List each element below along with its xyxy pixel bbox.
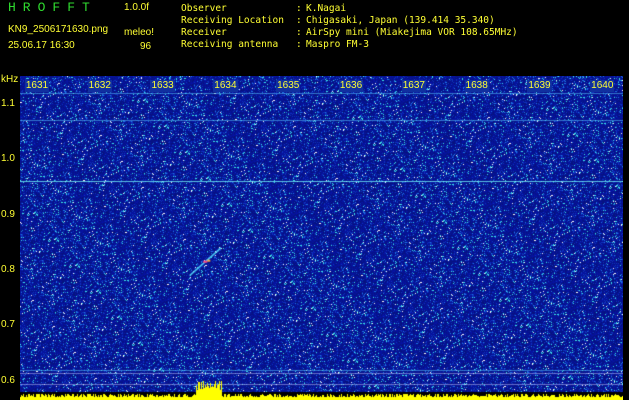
receiver-label: Receiver: [181, 27, 227, 38]
freq-tick-1636: 1636: [338, 80, 364, 92]
observer-label: Observer: [181, 3, 227, 14]
freq-tick-1639: 1639: [527, 80, 552, 92]
y-tick-1.0: 1.0: [1, 153, 15, 165]
y-tick-0.7: 0.7: [1, 319, 15, 331]
echo-count: 96: [140, 41, 152, 52]
freq-tick-1634: 1634: [213, 80, 238, 92]
freq-tick-1635: 1635: [276, 80, 301, 92]
freq-tick-1637: 1637: [401, 80, 426, 92]
spectrogram-plot: 1631 1632 1633 1634 1635 1636 1637 1638 1639 1640: [20, 76, 623, 400]
y-axis-unit: kHz: [1, 74, 19, 85]
observer-colon: :: [296, 3, 302, 14]
y-tick-1.1: 1.1: [1, 97, 15, 109]
y-tick-0.6: 0.6: [1, 374, 15, 386]
location-colon: :: [296, 15, 302, 26]
file-name: KN9_2506171630.png: [8, 24, 109, 35]
receiver-value: AirSpy mini (Miakejima VOR 108.65MHz): [306, 27, 518, 38]
mode-label: meleo!: [124, 27, 155, 38]
location-value: Chigasaki, Japan (139.414 35.340): [306, 15, 495, 26]
freq-tick-1632: 1632: [87, 80, 112, 92]
y-tick-0.8: 0.8: [1, 264, 15, 276]
y-tick-0.9: 0.9: [1, 208, 15, 220]
antenna-label: Receiving antenna: [181, 39, 279, 50]
antenna-colon: :: [296, 39, 302, 50]
freq-tick-1631: 1631: [24, 80, 50, 92]
receiver-colon: :: [296, 27, 302, 38]
y-axis-strip: [0, 76, 20, 400]
antenna-value: Maspro FM-3: [306, 39, 369, 50]
right-border: [623, 76, 629, 400]
waterfall-canvas: [20, 76, 623, 400]
observer-value: K.Nagai: [306, 3, 347, 14]
app-title: HROFFT: [8, 0, 97, 15]
location-label: Receiving Location: [181, 15, 284, 26]
timestamp: 25.06.17 16:30: [8, 40, 75, 51]
freq-tick-1633: 1633: [150, 80, 175, 92]
freq-tick-1640: 1640: [590, 80, 615, 92]
app-version: 1.0.0f: [124, 2, 150, 13]
freq-tick-1638: 1638: [464, 80, 489, 92]
header-panel: HROFFT 1.0.0f KN9_2506171630.png 25.06.1…: [0, 0, 629, 76]
